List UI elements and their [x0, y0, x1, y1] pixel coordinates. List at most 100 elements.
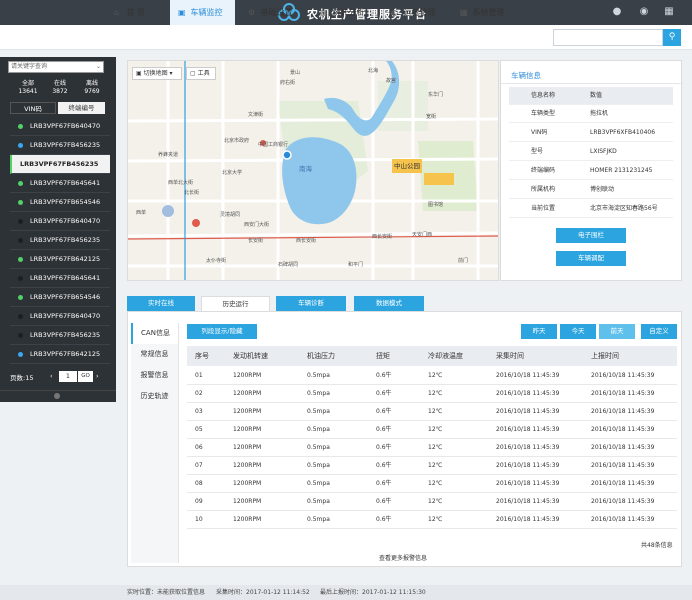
date-before-yesterday-button[interactable]: 前天	[599, 324, 635, 339]
map-label: 府右街	[280, 80, 296, 86]
go-button[interactable]: GO	[78, 371, 93, 382]
vehicle-vin: LRB3VPF67FB640470	[30, 122, 101, 130]
vehicle-list-item[interactable]: LRB3VPF67FB456235	[10, 326, 110, 345]
tab-realtime[interactable]: 实时在线	[127, 296, 195, 311]
table-cell: 2016/10/18 11:45:39	[496, 462, 560, 469]
vtab-track[interactable]: 历史轨迹	[131, 386, 178, 407]
table-cell: 12℃	[428, 426, 443, 433]
column-header[interactable]: 扭矩	[376, 346, 390, 366]
date-yesterday-button[interactable]: 昨天	[521, 324, 557, 339]
table-cell: 0.5mpa	[307, 480, 330, 487]
column-header[interactable]: 发动机转速	[233, 346, 268, 366]
nav-system[interactable]: ▦ 系统管理	[460, 0, 520, 25]
map-view[interactable]: 景山 府右街 北海 西单 西长安街 天安门西 西长安街 中国工商银行 北京市政府 文津街 北京大学北…	[127, 60, 499, 281]
tab-vin[interactable]: VIN码	[10, 102, 56, 114]
column-header[interactable]: 序号	[195, 346, 209, 366]
nav-vehicle-monitor[interactable]: ▣ 车辆监控	[170, 0, 235, 25]
vtab-alarm[interactable]: 报警信息	[131, 365, 178, 386]
table-cell: 1200RPM	[233, 444, 262, 451]
grid-icon[interactable]: ▦	[663, 6, 675, 18]
info-row: 所属机构 博创联动	[509, 181, 673, 199]
vehicle-vin: LRB3VPF67FB654546	[30, 293, 101, 301]
info-key: 所属机构	[531, 186, 556, 193]
vehicle-list-item[interactable]: LRB3VPF67FB645641	[10, 269, 110, 288]
nav-home[interactable]: ⌂ 首 页	[114, 0, 164, 25]
date-custom-button[interactable]: 自定义	[641, 324, 677, 339]
vehicle-list-item[interactable]: LRB3VPF67FB640470	[10, 307, 110, 326]
vehicle-vin: LRB3VPF67FB456235	[30, 141, 101, 149]
nav-operations[interactable]: ◐ 运营管理	[391, 0, 451, 25]
vtab-can[interactable]: CAN信息	[131, 323, 178, 344]
status-dot	[18, 200, 23, 205]
table-cell: 2016/10/18 11:45:39	[591, 480, 655, 487]
toggle-columns-button[interactable]: 列段显示/隐藏	[187, 324, 257, 339]
map-label-park: 中山公园	[392, 159, 422, 173]
next-page-button[interactable]: ›	[96, 371, 104, 382]
vehicle-list-item[interactable]: LRB3VPF67FB640470	[10, 212, 110, 231]
status-dot	[18, 143, 23, 148]
dispatch-button[interactable]: 车辆调配	[556, 251, 626, 266]
column-header[interactable]: 上报时间	[591, 346, 619, 366]
keyword-dropdown[interactable]: 请关键字查询 ⌄	[8, 61, 104, 73]
table-cell: 2016/10/18 11:45:39	[496, 372, 560, 379]
map-label: 北京市政府	[224, 138, 250, 144]
vehicle-list-item[interactable]: LRB3VPF67FB456235	[10, 155, 110, 174]
info-value: LRB3VPF6XFB410406	[590, 129, 656, 136]
page-input[interactable]: 1	[59, 371, 77, 382]
more-alarms-link[interactable]: 查看更多报警信息	[379, 553, 427, 562]
map-label: 文津街	[248, 112, 264, 118]
nav-statistics[interactable]: ▤ 统计分析	[320, 0, 380, 25]
map-label: 北京大学	[222, 170, 243, 176]
column-header[interactable]: 机油压力	[307, 346, 335, 366]
table-cell: 01	[195, 372, 203, 379]
switch-map-button[interactable]: ▣ 切换地图 ▾	[132, 67, 182, 80]
vehicle-list-item[interactable]: LRB3VPF67FB645641	[10, 174, 110, 193]
vehicle-vin: LRB3VPF67FB456235	[20, 160, 99, 168]
table-cell: 0.5mpa	[307, 390, 330, 397]
tools-button[interactable]: ▢ 工具	[186, 67, 216, 80]
tab-diagnosis[interactable]: 车辆诊断	[276, 296, 346, 311]
settings-icon: ▦	[460, 8, 468, 17]
gear-icon: ⚙	[248, 8, 256, 17]
map-label: 中国工商银行	[258, 142, 289, 148]
tab-history[interactable]: 历史运行	[201, 296, 270, 312]
table-cell: 10	[195, 516, 203, 523]
table-cell: 12℃	[428, 390, 443, 397]
vehicle-list-item[interactable]: LRB3VPF67FB640470	[10, 117, 110, 136]
map-label: 西单	[136, 210, 147, 216]
vehicle-list-item[interactable]: LRB3VPF67FB654546	[10, 193, 110, 212]
user-icon[interactable]: ●	[611, 6, 623, 18]
vehicle-list-item[interactable]: LRB3VPF67FB642125	[10, 250, 110, 269]
map-label: 北海	[368, 68, 379, 74]
table-cell: 0.6牛	[376, 390, 392, 397]
nav-basic-settings[interactable]: ⚙ 基础设置	[248, 0, 308, 25]
search-button[interactable]: ⚲	[663, 29, 681, 46]
table-cell: 2016/10/18 11:45:39	[591, 426, 655, 433]
tab-terminal[interactable]: 终端编号	[58, 102, 105, 114]
vtab-general[interactable]: 常规信息	[131, 344, 178, 365]
date-today-button[interactable]: 今天	[560, 324, 596, 339]
vehicle-list-item[interactable]: LRB3VPF67FB654546	[10, 288, 110, 307]
map-label: 故宫	[386, 78, 397, 84]
table-cell: 1200RPM	[233, 372, 262, 379]
column-header[interactable]: 采集时间	[496, 346, 524, 366]
vehicle-list-item[interactable]: LRB3VPF67FB456235	[10, 231, 110, 250]
search-input[interactable]	[553, 29, 663, 46]
table-cell: 0.6牛	[376, 372, 392, 379]
vehicle-list-item[interactable]: LRB3VPF67FB456235	[10, 136, 110, 155]
prev-page-button[interactable]: ‹	[50, 371, 58, 382]
geofence-button[interactable]: 电子围栏	[556, 228, 626, 243]
info-row: 当前位置 北京市海淀区知春路56号	[509, 200, 673, 218]
message-icon[interactable]: ◉	[638, 6, 650, 18]
info-value: LXISFJKD	[590, 148, 617, 155]
table-cell: 0.5mpa	[307, 498, 330, 505]
tab-data-mode[interactable]: 数据模式	[354, 296, 424, 311]
table-cell: 02	[195, 390, 203, 397]
vehicle-list-item[interactable]: LRB3VPF67FB642125	[10, 345, 110, 364]
column-header[interactable]: 冷却液温度	[428, 346, 463, 366]
table-cell: 05	[195, 426, 203, 433]
collapse-handle[interactable]	[0, 390, 116, 402]
table-cell: 2016/10/18 11:45:39	[591, 408, 655, 415]
vehicle-vin: LRB3VPF67FB456235	[30, 331, 101, 339]
divider	[501, 83, 683, 84]
